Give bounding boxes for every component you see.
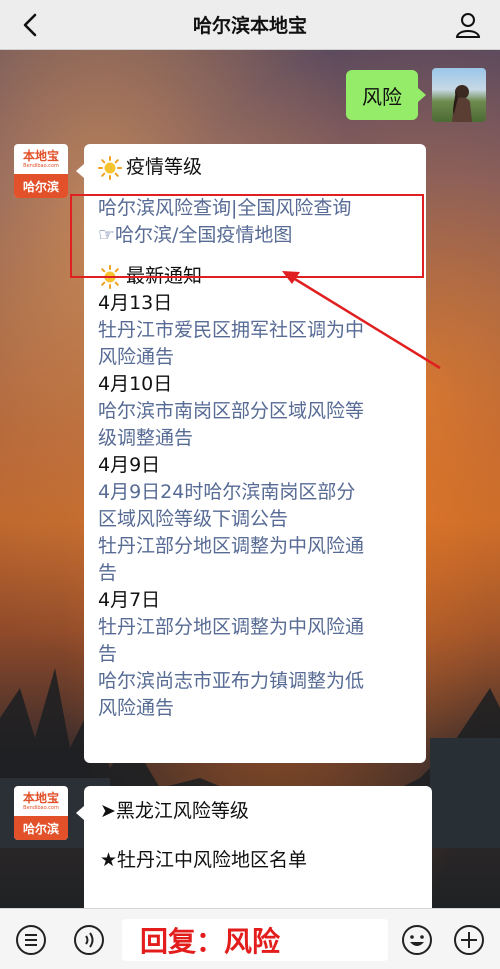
logo-text: 本地宝 — [22, 148, 59, 163]
back-arrow-icon[interactable] — [16, 10, 46, 40]
bot-city-label: 哈尔滨 — [14, 816, 68, 840]
notice-date: 4月10日 — [98, 373, 173, 395]
mudanjiang-list-link[interactable]: ★牡丹江中风险地区名单 — [100, 847, 418, 874]
sun-icon — [98, 155, 122, 180]
notice-link[interactable]: 牡丹江部分地区调整为中风险通 — [98, 614, 412, 641]
notice-date: 4月7日 — [98, 589, 161, 611]
my-avatar[interactable] — [432, 68, 486, 122]
highlight-box — [70, 194, 424, 278]
notice-link[interactable]: 风险通告 — [98, 344, 412, 371]
bot-logo: 本地宝 Bendibao.com — [14, 786, 68, 816]
message-input-text: 回复：风险 — [140, 925, 281, 958]
section-title: 疫情等级 — [126, 156, 203, 178]
profile-icon[interactable] — [454, 11, 482, 39]
notice-link[interactable]: 风险通告 — [98, 695, 412, 722]
notice-link[interactable]: 4月9日24时哈尔滨南岗区部分 — [98, 479, 412, 506]
section-epidemic-level: 疫情等级 — [98, 154, 412, 181]
notice-link[interactable]: 哈尔滨市南岗区部分区域风险等 — [98, 398, 412, 425]
notice-link[interactable]: 牡丹江部分地区调整为中风险通 — [98, 533, 412, 560]
notice-date: 4月9日 — [98, 454, 161, 476]
my-message-bubble[interactable]: 风险 — [346, 70, 426, 120]
notice-link[interactable]: 告 — [98, 641, 412, 668]
bot-message-card-2: ➤黑龙江风险等级 ★牡丹江中风险地区名单 — [76, 786, 432, 916]
chat-title: 哈尔滨本地宝 — [192, 15, 307, 37]
notice-link[interactable]: 牡丹江市爱民区拥军社区调为中 — [98, 317, 412, 344]
person-photo-icon — [452, 85, 472, 122]
my-message-text: 风险 — [362, 84, 402, 109]
bottom-input-bar: 回复：风险 — [0, 908, 500, 969]
logo-subtext: Bendibao.com — [23, 162, 59, 169]
notice-link[interactable]: 级调整通告 — [98, 425, 412, 452]
bot-avatar[interactable]: 本地宝 Bendibao.com 哈尔滨 — [14, 144, 68, 198]
voice-icon[interactable] — [72, 923, 106, 957]
bot-logo: 本地宝 Bendibao.com — [14, 144, 68, 174]
notice-link[interactable]: 告 — [98, 560, 412, 587]
notice-list: 4月13日 牡丹江市爱民区拥军社区调为中 风险通告 4月10日 哈尔滨市南岗区部分区域风… — [98, 290, 412, 722]
heilongjiang-risk-link[interactable]: ➤黑龙江风险等级 — [100, 798, 418, 825]
menu-list-icon[interactable] — [14, 923, 48, 957]
logo-subtext: Bendibao.com — [23, 804, 59, 811]
message-input[interactable]: 回复：风险 — [122, 919, 388, 961]
top-bar: 哈尔滨本地宝 — [0, 0, 500, 50]
plus-icon[interactable] — [452, 923, 486, 957]
emoji-icon[interactable] — [400, 923, 434, 957]
logo-text: 本地宝 — [22, 790, 59, 805]
notice-link[interactable]: 哈尔滨尚志市亚布力镇调整为低 — [98, 668, 412, 695]
bot-city-label: 哈尔滨 — [14, 174, 68, 198]
bot-avatar[interactable]: 本地宝 Bendibao.com 哈尔滨 — [14, 786, 68, 840]
notice-link[interactable]: 区域风险等级下调公告 — [98, 506, 412, 533]
notice-date: 4月13日 — [98, 292, 173, 314]
